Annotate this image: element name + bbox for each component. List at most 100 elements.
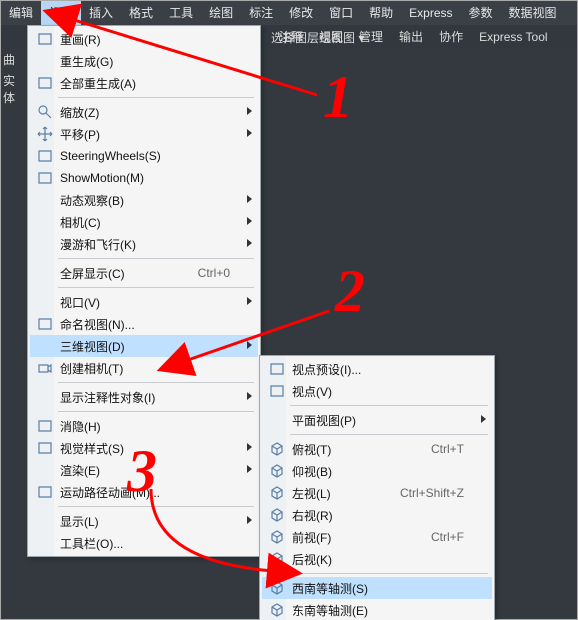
blank-icon bbox=[34, 211, 56, 233]
menu-11[interactable]: 参数 bbox=[461, 1, 501, 25]
menu-item-俯视t[interactable]: 俯视(T)Ctrl+T bbox=[262, 438, 492, 460]
menu-item-视点v[interactable]: 视点(V) bbox=[262, 380, 492, 402]
ribbon-tab-5[interactable]: Express Tool bbox=[471, 25, 555, 49]
ribbon-group-3[interactable]: 视图 ▾ bbox=[331, 29, 364, 46]
menu-3[interactable]: 格式 bbox=[121, 1, 161, 25]
menu-item-西南等轴测s[interactable]: 西南等轴测(S) bbox=[262, 577, 492, 599]
menu-item-视点预设i[interactable]: 视点预设(I)... bbox=[262, 358, 492, 380]
submenu-arrow-icon bbox=[247, 465, 252, 473]
menu-item-平面视图p[interactable]: 平面视图(P) bbox=[262, 409, 492, 431]
menu-item-左视l[interactable]: 左视(L)Ctrl+Shift+Z bbox=[262, 482, 492, 504]
blank-icon bbox=[34, 532, 56, 554]
menu-5[interactable]: 绘图 bbox=[201, 1, 241, 25]
ribbon-tab-4[interactable]: 协作 bbox=[431, 25, 471, 49]
menu-10[interactable]: Express bbox=[401, 1, 460, 25]
iso-icon bbox=[266, 577, 288, 599]
menu-item-label: 创建相机(T) bbox=[56, 360, 230, 377]
menu-item-label: 前视(F) bbox=[288, 529, 411, 546]
shortcut-label: Ctrl+T bbox=[411, 442, 464, 456]
separator bbox=[58, 97, 254, 98]
ribbon-group-1[interactable]: 图层 bbox=[295, 29, 319, 46]
menu-9[interactable]: 帮助 bbox=[361, 1, 401, 25]
menu-6[interactable]: 标注 bbox=[241, 1, 281, 25]
menu-item-仰视b[interactable]: 仰视(B) bbox=[262, 460, 492, 482]
menu-item-东南等轴测e[interactable]: 东南等轴测(E) bbox=[262, 599, 492, 620]
menu-item-steeringwheelss[interactable]: SteeringWheels(S) bbox=[30, 145, 258, 167]
menu-item-消隐h[interactable]: 消隐(H) bbox=[30, 415, 258, 437]
menu-item-右视r[interactable]: 右视(R) bbox=[262, 504, 492, 526]
menu-1[interactable]: 视图 bbox=[41, 1, 81, 25]
blank-icon bbox=[34, 510, 56, 532]
menu-item-label: 全部重生成(A) bbox=[56, 75, 230, 92]
menu-item-showmotionm[interactable]: ShowMotion(M) bbox=[30, 167, 258, 189]
left-panel: 曲 实体 bbox=[1, 49, 27, 619]
left-tab-solid[interactable]: 实体 bbox=[1, 70, 27, 108]
menu-item-重生成g[interactable]: 重生成(G) bbox=[30, 50, 258, 72]
menu-item-重画r[interactable]: 重画(R) bbox=[30, 28, 258, 50]
menu-0[interactable]: 编辑 bbox=[1, 1, 41, 25]
menu-item-视口v[interactable]: 视口(V) bbox=[30, 291, 258, 313]
separator bbox=[58, 258, 254, 259]
menu-item-label: 命名视图(N)... bbox=[56, 316, 230, 333]
blank-icon bbox=[34, 262, 56, 284]
menu-item-显示注释性对象i[interactable]: 显示注释性对象(I) bbox=[30, 386, 258, 408]
vp-icon bbox=[266, 380, 288, 402]
submenu-arrow-icon bbox=[247, 443, 252, 451]
ribbon-tab-3[interactable]: 输出 bbox=[391, 25, 431, 49]
menu-8[interactable]: 窗口 bbox=[321, 1, 361, 25]
menu-item-前视f[interactable]: 前视(F)Ctrl+F bbox=[262, 526, 492, 548]
menu-item-平移p[interactable]: 平移(P) bbox=[30, 123, 258, 145]
submenu-arrow-icon bbox=[247, 217, 252, 225]
3d-view-submenu: 视点预设(I)...视点(V)平面视图(P)俯视(T)Ctrl+T仰视(B)左视… bbox=[259, 355, 495, 620]
menu-item-创建相机t[interactable]: 创建相机(T) bbox=[30, 357, 258, 379]
wheel-icon bbox=[34, 145, 56, 167]
menu-item-label: 后视(K) bbox=[288, 551, 464, 568]
menu-item-工具栏o[interactable]: 工具栏(O)... bbox=[30, 532, 258, 554]
separator bbox=[58, 411, 254, 412]
ribbon-group-0[interactable]: 选择 bbox=[271, 29, 295, 46]
menu-item-label: 平移(P) bbox=[56, 126, 230, 143]
menu-item-三维视图d[interactable]: 三维视图(D) bbox=[30, 335, 258, 357]
menu-item-label: 显示(L) bbox=[56, 513, 230, 530]
regen-all-icon bbox=[34, 72, 56, 94]
annotation-1: 1 bbox=[323, 63, 353, 132]
menu-item-漫游和飞行k[interactable]: 漫游和飞行(K) bbox=[30, 233, 258, 255]
menu-item-后视k[interactable]: 后视(K) bbox=[262, 548, 492, 570]
zoom-icon bbox=[34, 101, 56, 123]
menu-item-相机c[interactable]: 相机(C) bbox=[30, 211, 258, 233]
cube-icon bbox=[266, 504, 288, 526]
menu-item-显示l[interactable]: 显示(L) bbox=[30, 510, 258, 532]
vp-preset-icon bbox=[266, 358, 288, 380]
blank-icon bbox=[34, 50, 56, 72]
cube-icon bbox=[266, 482, 288, 504]
submenu-arrow-icon bbox=[247, 129, 252, 137]
menu-item-label: 动态观察(B) bbox=[56, 192, 230, 209]
menu-item-label: SteeringWheels(S) bbox=[56, 149, 230, 163]
ribbon-group-2[interactable]: 组 bbox=[319, 29, 331, 46]
menu-item-label: 重画(R) bbox=[56, 31, 230, 48]
menu-2[interactable]: 插入 bbox=[81, 1, 121, 25]
separator bbox=[58, 506, 254, 507]
cube-icon bbox=[266, 548, 288, 570]
shortcut-label: Ctrl+Shift+Z bbox=[380, 486, 464, 500]
left-tab-curve[interactable]: 曲 bbox=[1, 49, 27, 70]
iso-icon bbox=[266, 599, 288, 620]
blank-icon bbox=[34, 386, 56, 408]
motion-icon bbox=[34, 167, 56, 189]
submenu-arrow-icon bbox=[247, 239, 252, 247]
menu-4[interactable]: 工具 bbox=[161, 1, 201, 25]
menu-item-动态观察b[interactable]: 动态观察(B) bbox=[30, 189, 258, 211]
menu-item-缩放z[interactable]: 缩放(Z) bbox=[30, 101, 258, 123]
cube-icon bbox=[266, 460, 288, 482]
separator bbox=[58, 287, 254, 288]
menu-12[interactable]: 数据视图 bbox=[501, 1, 565, 25]
menu-item-命名视图n[interactable]: 命名视图(N)... bbox=[30, 313, 258, 335]
camera-icon bbox=[34, 357, 56, 379]
menu-item-全部重生成a[interactable]: 全部重生成(A) bbox=[30, 72, 258, 94]
menu-7[interactable]: 修改 bbox=[281, 1, 321, 25]
blank-icon bbox=[34, 189, 56, 211]
submenu-arrow-icon bbox=[247, 297, 252, 305]
menu-item-全屏显示c[interactable]: 全屏显示(C)Ctrl+0 bbox=[30, 262, 258, 284]
menu-item-label: 消隐(H) bbox=[56, 418, 230, 435]
menu-item-label: 俯视(T) bbox=[288, 441, 411, 458]
